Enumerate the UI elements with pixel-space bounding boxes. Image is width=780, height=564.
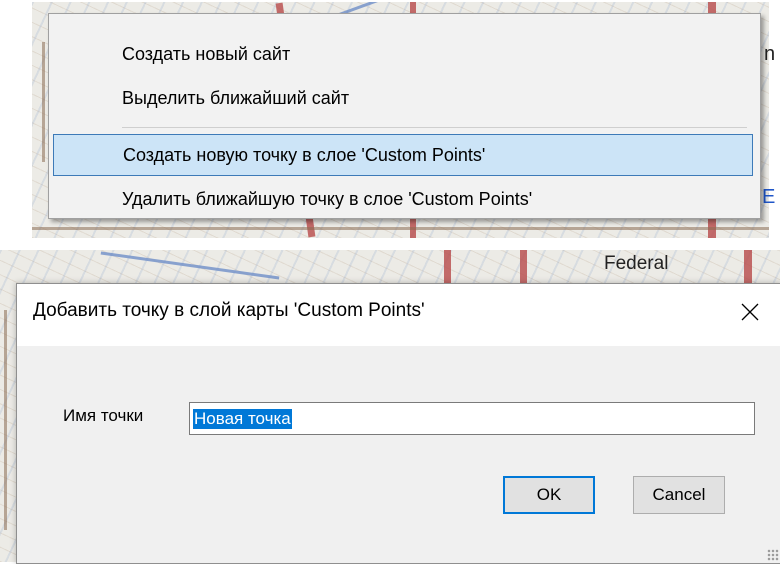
map-label-federal: Federal xyxy=(604,253,669,274)
dialog-body: Имя точки Новая точка OK Cancel xyxy=(17,346,780,563)
menu-item-label: Создать новый сайт xyxy=(122,43,291,64)
point-name-value: Новая точка xyxy=(193,408,292,429)
close-icon xyxy=(741,303,759,321)
map-link-fragment[interactable]: E xyxy=(762,186,775,209)
cancel-button[interactable]: Cancel xyxy=(633,476,725,514)
menu-item-create-point[interactable]: Создать новую точку в слое 'Custom Point… xyxy=(53,134,753,176)
resize-grip-icon[interactable] xyxy=(767,549,779,561)
menu-item-label: Выделить ближайший сайт xyxy=(122,87,350,108)
dialog-titlebar[interactable]: Добавить точку в слой карты 'Custom Poin… xyxy=(17,284,780,346)
context-menu: Создать новый сайт Выделить ближайший са… xyxy=(48,13,761,219)
menu-item-label: Создать новую точку в слое 'Custom Point… xyxy=(123,144,486,165)
point-name-input[interactable]: Новая точка xyxy=(189,402,755,435)
map-label-fragment: n xyxy=(764,43,776,65)
add-point-dialog: Добавить точку в слой карты 'Custom Poin… xyxy=(16,283,780,564)
menu-item-label: Удалить ближайшую точку в слое 'Custom P… xyxy=(122,188,533,209)
ok-button[interactable]: OK xyxy=(503,476,595,514)
menu-item-select-nearest-site[interactable]: Выделить ближайший сайт xyxy=(49,77,758,119)
dialog-title: Добавить точку в слой карты 'Custom Poin… xyxy=(33,300,425,321)
point-name-label: Имя точки xyxy=(63,406,144,425)
menu-separator xyxy=(122,127,747,128)
menu-item-delete-nearest-point[interactable]: Удалить ближайшую точку в слое 'Custom P… xyxy=(49,178,758,220)
close-button[interactable] xyxy=(719,284,780,340)
menu-item-create-site[interactable]: Создать новый сайт xyxy=(49,33,758,75)
